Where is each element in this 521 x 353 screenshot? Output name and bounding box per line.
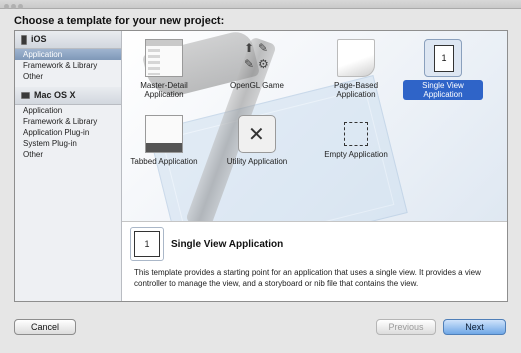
- sidebar-item-mac-framework-library[interactable]: Framework & Library: [15, 116, 121, 127]
- master-detail-icon: [145, 39, 183, 77]
- zoom-window-icon[interactable]: [18, 4, 23, 9]
- sidebar-item-mac-other[interactable]: Other: [15, 149, 121, 160]
- template-label: Master-Detail Application: [140, 81, 188, 99]
- template-label: OpenGL Game: [230, 81, 284, 90]
- template-tabbed[interactable]: Tabbed Application: [124, 115, 204, 167]
- single-view-icon: 1: [130, 227, 164, 261]
- sidebar: iOS Application Framework & Library Othe…: [15, 31, 122, 301]
- cancel-button[interactable]: Cancel: [14, 319, 76, 335]
- template-label: Single View Application: [403, 80, 483, 100]
- sidebar-item-mac-application-plugin[interactable]: Application Plug-in: [15, 127, 121, 138]
- minimize-window-icon[interactable]: [11, 4, 16, 9]
- empty-icon: [344, 122, 368, 146]
- template-single-view[interactable]: 1 Single View Application: [403, 39, 483, 100]
- template-utility[interactable]: ✕ Utility Application: [217, 115, 297, 167]
- template-label: Utility Application: [226, 157, 288, 166]
- template-empty[interactable]: Empty Application: [316, 115, 396, 160]
- mac-icon: [21, 92, 30, 100]
- close-window-icon[interactable]: [4, 4, 9, 9]
- page-title: Choose a template for your new project:: [14, 15, 225, 27]
- page-based-icon: [337, 39, 375, 77]
- window-controls[interactable]: [4, 1, 25, 11]
- sidebar-item-ios-other[interactable]: Other: [15, 71, 121, 82]
- sidebar-section-title: iOS: [31, 34, 47, 44]
- template-master-detail[interactable]: Master-Detail Application: [124, 39, 204, 100]
- template-detail-description: This template provides a starting point …: [134, 268, 481, 288]
- window-titlebar: [0, 0, 521, 9]
- sidebar-section-mac-os-x: Mac OS X: [15, 87, 121, 105]
- previous-button[interactable]: Previous: [376, 319, 436, 335]
- tabbed-icon: [145, 115, 183, 153]
- opengl-game-icon: ⬆ ✎ ✎ ⚙: [244, 41, 269, 71]
- template-label: Empty Application: [324, 150, 388, 159]
- single-view-glyph: 1: [434, 45, 454, 72]
- utility-icon: ✕: [238, 115, 276, 153]
- template-area: Master-Detail Application ⬆ ✎ ✎ ⚙ OpenGL G…: [122, 31, 507, 301]
- template-opengl-game[interactable]: ⬆ ✎ ✎ ⚙ OpenGL Game: [217, 39, 297, 91]
- template-description-panel: 1 Single View Application This template …: [122, 221, 507, 301]
- template-label: Tabbed Application: [130, 157, 198, 166]
- next-button[interactable]: Next: [443, 319, 506, 335]
- template-grid: Master-Detail Application ⬆ ✎ ✎ ⚙ OpenGL G…: [122, 31, 507, 221]
- template-detail-title: Single View Application: [171, 239, 284, 250]
- sidebar-item-mac-system-plugin[interactable]: System Plug-in: [15, 138, 121, 149]
- sidebar-item-mac-application[interactable]: Application: [15, 105, 121, 116]
- template-label: Page-Based Application: [333, 81, 379, 99]
- sidebar-item-ios-framework-library[interactable]: Framework & Library: [15, 60, 121, 71]
- template-page-based[interactable]: Page-Based Application: [316, 39, 396, 100]
- single-view-icon: 1: [424, 39, 462, 77]
- sidebar-item-ios-application[interactable]: Application: [15, 49, 121, 60]
- iphone-icon: [21, 34, 27, 45]
- sidebar-section-ios: iOS: [15, 31, 121, 49]
- template-chooser: iOS Application Framework & Library Othe…: [14, 30, 508, 302]
- sidebar-section-title: Mac OS X: [34, 90, 76, 100]
